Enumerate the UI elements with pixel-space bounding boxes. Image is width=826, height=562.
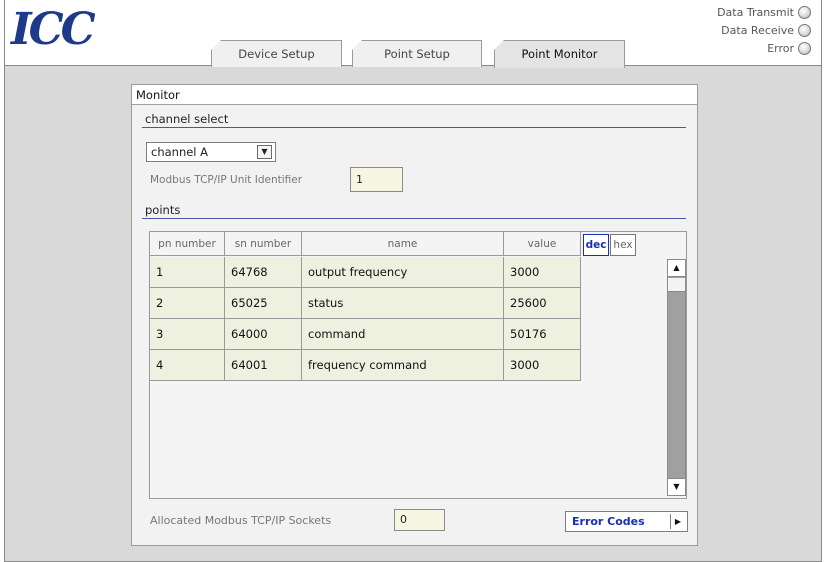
monitor-panel: Monitor channel select channel A ▼ Modbu…	[131, 84, 698, 546]
unit-identifier-input[interactable]: 1	[350, 167, 403, 192]
table-row[interactable]: 1 64768 output frequency 3000	[150, 257, 581, 288]
error-codes-button[interactable]: Error Codes ▶	[565, 511, 688, 532]
icc-logo: ICC	[11, 4, 96, 55]
value-cell[interactable]: 3000	[504, 257, 581, 288]
sn-number-cell: 65025	[225, 288, 302, 319]
tab-label: Point Monitor	[521, 47, 598, 61]
dec-format-button[interactable]: dec	[583, 234, 609, 256]
sn-number-cell: 64000	[225, 319, 302, 350]
tab-point-setup[interactable]: Point Setup	[352, 40, 482, 67]
points-table: pn number sn number name value dec hex 1…	[149, 231, 687, 499]
indicator-label: Error	[767, 41, 794, 55]
name-cell: status	[302, 288, 504, 319]
scroll-down-arrow-icon[interactable]: ▼	[668, 478, 685, 495]
panel-title: Monitor	[132, 85, 697, 105]
column-header-pn-number: pn number	[150, 232, 225, 256]
pn-number-cell: 1	[150, 257, 225, 288]
channel-select-heading: channel select	[142, 112, 686, 128]
led-icon	[798, 41, 811, 55]
table-row[interactable]: 2 65025 status 25600	[150, 288, 581, 319]
chevron-right-icon[interactable]: ▶	[670, 514, 685, 529]
name-cell: command	[302, 319, 504, 350]
pn-number-cell: 4	[150, 350, 225, 381]
error-indicator: Error	[767, 40, 811, 56]
indicator-label: Data Transmit	[717, 5, 794, 19]
indicator-label: Data Receive	[721, 23, 794, 37]
tab-label: Device Setup	[238, 47, 315, 61]
error-codes-label: Error Codes	[572, 515, 645, 528]
tab-label: Point Setup	[384, 47, 450, 61]
column-header-value: value	[504, 232, 581, 256]
hex-format-button[interactable]: hex	[610, 234, 636, 256]
allocated-sockets-field: 0	[394, 509, 445, 531]
pn-number-cell: 3	[150, 319, 225, 350]
tab-point-monitor[interactable]: Point Monitor	[494, 40, 625, 68]
name-cell: frequency command	[302, 350, 504, 381]
unit-identifier-label: Modbus TCP/IP Unit Identifier	[150, 174, 303, 186]
table-scrollbar[interactable]: ▲ ▼	[667, 259, 686, 496]
points-heading: points	[142, 203, 686, 219]
chevron-down-icon[interactable]: ▼	[257, 145, 272, 159]
value-cell[interactable]: 50176	[504, 319, 581, 350]
sn-number-cell: 64001	[225, 350, 302, 381]
column-header-sn-number: sn number	[225, 232, 302, 256]
scroll-up-arrow-icon[interactable]: ▲	[668, 260, 685, 277]
led-icon	[798, 5, 811, 19]
column-header-name: name	[302, 232, 504, 256]
scrollbar-thumb[interactable]	[668, 278, 685, 292]
led-icon	[798, 23, 811, 37]
name-cell: output frequency	[302, 257, 504, 288]
channel-dropdown[interactable]: channel A ▼	[146, 142, 276, 162]
allocated-sockets-label: Allocated Modbus TCP/IP Sockets	[150, 514, 332, 527]
channel-value: channel A	[151, 145, 209, 159]
header-bar: ICC Device Setup Point Setup Point Monit…	[5, 0, 821, 68]
tab-device-setup[interactable]: Device Setup	[211, 40, 342, 67]
value-cell[interactable]: 3000	[504, 350, 581, 381]
table-row[interactable]: 4 64001 frequency command 3000	[150, 350, 581, 381]
data-receive-indicator: Data Receive	[721, 22, 811, 38]
sn-number-cell: 64768	[225, 257, 302, 288]
data-transmit-indicator: Data Transmit	[717, 4, 811, 20]
pn-number-cell: 2	[150, 288, 225, 319]
table-row[interactable]: 3 64000 command 50176	[150, 319, 581, 350]
value-cell[interactable]: 25600	[504, 288, 581, 319]
app-window: ICC Device Setup Point Setup Point Monit…	[4, 0, 822, 562]
